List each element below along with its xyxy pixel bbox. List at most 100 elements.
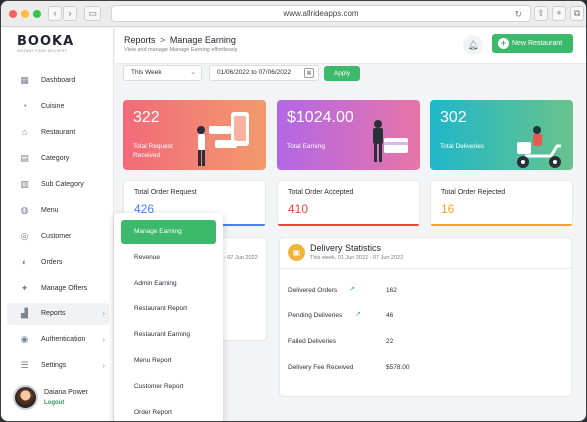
customer-icon: ◎ — [20, 231, 29, 241]
sidebar-item-label: Settings — [41, 362, 67, 369]
sidebar-item-sub-category[interactable]: ▥ Sub Category — [7, 174, 109, 196]
sidebar-item-orders[interactable]: ◐ Orders — [7, 252, 109, 274]
new-restaurant-label: New Restaurant — [512, 40, 563, 47]
sidebar-item-label: Authentication — [41, 336, 86, 343]
order-value: 16 — [441, 202, 455, 216]
row-value: 162 — [386, 287, 397, 294]
delivery-scooter-illustration — [517, 126, 561, 168]
sidebar-item-manage-offers[interactable]: ✦ Manage Offers — [7, 278, 109, 300]
date-range-input[interactable]: 01/06/2022 to 07/06/2022 ▦ — [209, 65, 319, 81]
minimize-window-button[interactable] — [21, 10, 29, 18]
delivery-row-delivered: Delivered Orders ↗ 162 — [288, 286, 558, 299]
submenu-item-manage-earning[interactable]: Manage Earning — [121, 220, 216, 244]
sidebar-item-label: Manage Offers — [41, 285, 88, 292]
calendar-icon[interactable]: ▦ — [304, 68, 314, 78]
sidebar-item-label: Orders — [41, 259, 63, 266]
sidebar-item-label: Menu — [41, 207, 59, 214]
stat-label: Total Earning — [287, 143, 325, 150]
avatar[interactable] — [13, 385, 38, 410]
notification-bell-icon[interactable]: 🔔︎ — [463, 35, 483, 55]
row-value: 22 — [386, 338, 394, 345]
period-value: This Week — [131, 69, 162, 76]
new-tab-icon[interactable]: + — [552, 6, 566, 21]
menu-icon: ◍ — [20, 205, 29, 215]
breadcrumb-separator: > — [160, 35, 166, 45]
delivery-date: This week, 01 Jun 2022 - 07 Jun 2022 — [310, 255, 404, 261]
delivery-title: Delivery Statistics — [310, 243, 382, 253]
submenu-item-restaurant-report[interactable]: Restaurant Report — [121, 297, 216, 321]
row-value: 46 — [386, 312, 394, 319]
order-label: Total Order Request — [134, 189, 197, 196]
sidebar-item-label: Restaurant — [41, 129, 76, 136]
sidebar-item-category[interactable]: ▤ Category — [7, 148, 109, 170]
reload-icon[interactable]: ↻ — [514, 6, 522, 22]
panel-date: - 07 Jun 2022 — [224, 255, 258, 261]
orders-icon: ◐ — [21, 257, 28, 267]
sidebar-item-authentication[interactable]: ◉ Authentication › — [7, 329, 109, 351]
stat-card-earning: $1024.00 Total Earning — [277, 100, 420, 170]
logout-link[interactable]: Logout — [44, 400, 64, 406]
sidebar-item-dashboard[interactable]: ▦ Dashboard — [7, 70, 109, 92]
stat-label: Total Deliveries — [440, 143, 485, 150]
order-value: 410 — [288, 202, 309, 216]
submenu-item-order-report[interactable]: Order Report — [121, 401, 216, 421]
row-label: Delivery Fee Received — [288, 364, 354, 371]
order-accent-bar — [278, 224, 419, 226]
submenu-item-customer-report[interactable]: Customer Report — [121, 375, 216, 399]
share-icon[interactable]: ⇧ — [534, 6, 548, 21]
chevron-down-icon: ⌄ — [190, 69, 196, 76]
submenu-item-menu-report[interactable]: Menu Report — [121, 349, 216, 373]
settings-icon: ☰ — [20, 360, 29, 370]
sidebar-item-restaurant[interactable]: ⌂ Restaurant — [7, 122, 109, 144]
sidebar-item-reports[interactable]: ▟ Reports › — [7, 303, 109, 325]
breadcrumb: Reports > Manage Earning — [124, 35, 236, 45]
external-link-icon[interactable]: ↗ — [349, 286, 357, 294]
sidebar-toggle-icon[interactable]: ▭ — [84, 6, 101, 21]
category-icon: ▤ — [20, 153, 29, 163]
chevron-right-icon: › — [102, 309, 105, 318]
breadcrumb-root[interactable]: Reports — [124, 35, 156, 45]
order-card-rejected: Total Order Rejected 16 — [430, 180, 573, 226]
person-with-phone-illustration — [197, 112, 249, 166]
submenu-item-admin-earning[interactable]: Admin Earning — [121, 272, 216, 296]
sidebar-item-customer[interactable]: ◎ Customer — [7, 226, 109, 248]
url-text: www.allrideapps.com — [283, 9, 359, 18]
reports-submenu: Manage Earning Revenue Admin Earning Res… — [114, 213, 223, 421]
submenu-item-restaurant-earning[interactable]: Restaurant Earning — [121, 323, 216, 347]
page-subtitle: View and manage Manage Earning effortles… — [124, 47, 238, 53]
stat-value: 302 — [440, 109, 467, 126]
apply-button[interactable]: Apply — [324, 66, 360, 81]
sidebar-item-settings[interactable]: ☰ Settings › — [7, 355, 109, 377]
close-window-button[interactable] — [9, 10, 17, 18]
plus-icon: + — [498, 38, 509, 49]
browser-toolbar: ‹ › ▭ www.allrideapps.com ↻ ⇧ + ⧉ — [1, 1, 586, 27]
maximize-window-button[interactable] — [33, 10, 41, 18]
tabs-overview-icon[interactable]: ⧉ — [570, 6, 584, 21]
sidebar-item-menu[interactable]: ◍ Menu — [7, 200, 109, 222]
back-button[interactable]: ‹ — [48, 6, 62, 21]
external-link-icon[interactable]: ↗ — [355, 311, 363, 319]
sidebar-item-label: Customer — [41, 233, 72, 240]
sidebar-item-cuisine[interactable]: ◔ Cuisine — [7, 96, 109, 118]
cuisine-icon: ◔ — [21, 101, 28, 111]
delivery-row-fee: Delivery Fee Received $578.00 — [288, 364, 558, 376]
period-select[interactable]: This Week ⌄ — [123, 65, 202, 81]
stat-card-deliveries: 302 Total Deliveries — [430, 100, 573, 170]
row-label: Failed Deliveries — [288, 338, 337, 345]
chevron-right-icon: › — [102, 335, 105, 344]
address-bar[interactable]: www.allrideapps.com ↻ — [111, 5, 531, 22]
sub-category-icon: ▥ — [20, 179, 29, 189]
offers-icon: ✦ — [20, 283, 29, 293]
restaurant-icon: ⌂ — [21, 127, 28, 137]
row-label: Pending Deliveries — [288, 312, 343, 319]
user-profile[interactable]: Daiana Power Logout — [13, 385, 113, 413]
user-name: Daiana Power — [44, 389, 88, 396]
submenu-item-revenue[interactable]: Revenue — [121, 246, 216, 270]
sidebar-item-label: Dashboard — [41, 77, 76, 84]
sidebar-item-label: Reports — [41, 310, 66, 317]
forward-button[interactable]: › — [63, 6, 77, 21]
brand-logo[interactable]: BOOKA — [17, 34, 74, 49]
delivery-stats-icon: ▣ — [288, 244, 305, 261]
new-restaurant-button[interactable]: + New Restaurant — [492, 34, 573, 53]
divider — [280, 268, 571, 269]
